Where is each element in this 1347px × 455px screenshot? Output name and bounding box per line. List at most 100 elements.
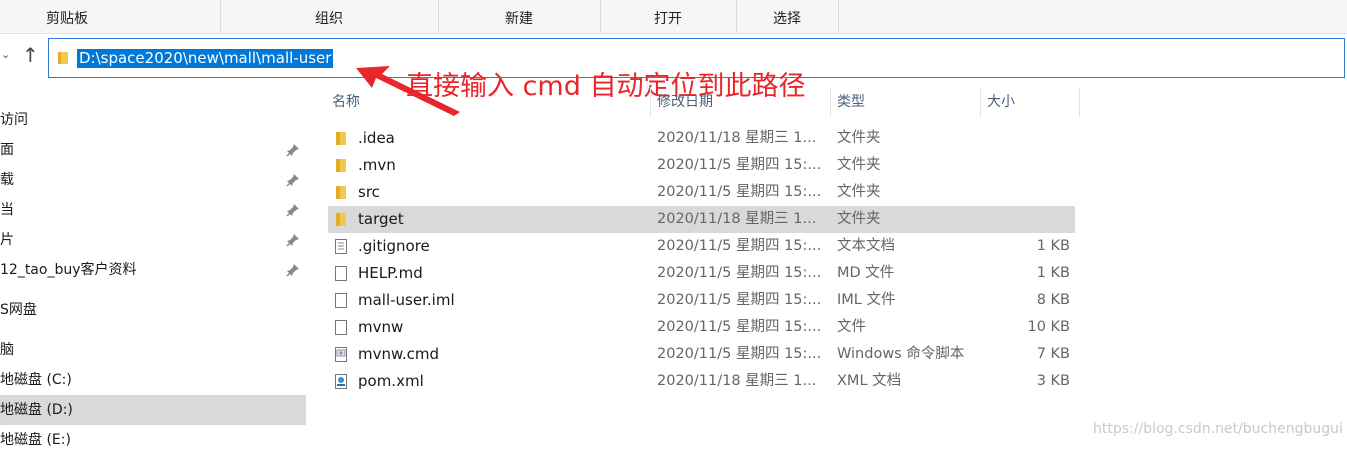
column-header-size[interactable]: 大小 [987, 87, 1015, 117]
file-date: 2020/11/5 星期四 15:... [657, 157, 822, 173]
file-row[interactable]: .mvn 2020/11/5 星期四 15:... 文件夹 [328, 152, 1075, 179]
column-header-date[interactable]: 修改日期 [657, 87, 713, 117]
file-name: .gitignore [358, 237, 430, 255]
folder-icon [336, 159, 346, 172]
file-row[interactable]: src 2020/11/5 星期四 15:... 文件夹 [328, 179, 1075, 206]
file-size: 1 KB [1036, 265, 1070, 281]
file-size: 1 KB [1036, 238, 1070, 254]
file-date: 2020/11/5 星期四 15:... [657, 292, 822, 308]
sidebar-item-label: S网盘 [0, 302, 37, 318]
sidebar-item-cloud-drive[interactable]: S网盘 [0, 295, 306, 325]
up-arrow-icon[interactable]: ↑ [22, 44, 39, 66]
file-size: 8 KB [1036, 292, 1070, 308]
file-date: 2020/11/5 星期四 15:... [657, 319, 822, 335]
file-name: .idea [358, 129, 395, 147]
file-date: 2020/11/5 星期四 15:... [657, 238, 822, 254]
sidebar-item-this-pc[interactable]: 脑 [0, 335, 306, 365]
file-name: src [358, 183, 380, 201]
sidebar-item-drive-d[interactable]: 地磁盘 (D:) [0, 395, 306, 425]
sidebar-item-label: 面 [0, 142, 14, 158]
ribbon-group-open[interactable]: 打开 [601, 0, 735, 33]
file-row[interactable]: target 2020/11/18 星期三 1... 文件夹 [328, 206, 1075, 233]
file-date: 2020/11/5 星期四 15:... [657, 184, 822, 200]
sidebar-item-label: 访问 [0, 112, 28, 128]
sidebar-item-quick-access[interactable]: 访问 [0, 105, 306, 135]
sidebar-item-label: 12_tao_buy客户资料 [0, 262, 137, 278]
watermark: https://blog.csdn.net/buchengbugui [1093, 421, 1343, 437]
file-size: 10 KB [1027, 319, 1070, 335]
file-size: 3 KB [1036, 373, 1070, 389]
file-name: pom.xml [358, 372, 424, 390]
file-date: 2020/11/5 星期四 15:... [657, 346, 822, 362]
file-row[interactable]: .gitignore 2020/11/5 星期四 15:... 文本文档 1 K… [328, 233, 1075, 260]
sidebar-item-customer-folder[interactable]: 12_tao_buy客户资料 [0, 255, 306, 285]
file-icon [335, 320, 347, 335]
sidebar-item-label: 地磁盘 (D:) [0, 402, 73, 418]
column-divider[interactable] [1079, 87, 1080, 117]
file-name: HELP.md [358, 264, 423, 282]
sidebar-item-label: 片 [0, 232, 14, 248]
ribbon-group-organize[interactable]: 组织 [221, 0, 437, 33]
address-path-text[interactable]: D:\space2020\new\mall\mall-user [77, 49, 334, 68]
sidebar-item-desktop[interactable]: 面 [0, 135, 306, 165]
column-divider[interactable] [650, 87, 651, 117]
ribbon: 剪贴板 组织 新建 打开 选择 [0, 0, 1347, 34]
file-row[interactable]: mvnw.cmd 2020/11/5 星期四 15:... Windows 命令… [328, 341, 1075, 368]
file-name: target [358, 210, 404, 228]
recent-locations-chevron-icon[interactable]: ⌄ [1, 48, 10, 61]
annotation-text: 直接输入 cmd 自动定位到此路径 [406, 71, 806, 102]
folder-icon [336, 186, 346, 199]
ribbon-group-select[interactable]: 选择 [737, 0, 837, 33]
file-type: 文件夹 [837, 184, 881, 200]
file-name: .mvn [358, 156, 396, 174]
sidebar-item-downloads[interactable]: 载 [0, 165, 306, 195]
sidebar-item-documents[interactable]: 当 [0, 195, 306, 225]
file-type: XML 文档 [837, 373, 902, 389]
file-date: 2020/11/5 星期四 15:... [657, 265, 822, 281]
navigation-pane: 访问 面 载 当 片 12_tao_buy客户资料 S网盘 脑 地磁盘 (C:)… [0, 85, 306, 451]
text-file-icon [335, 239, 347, 254]
sidebar-item-label: 地磁盘 (C:) [0, 372, 72, 388]
file-name: mall-user.iml [358, 291, 455, 309]
pin-icon [286, 174, 299, 187]
file-type: 文件 [837, 319, 866, 335]
sidebar-item-label: 载 [0, 172, 14, 188]
pin-icon [286, 234, 299, 247]
file-row[interactable]: mall-user.iml 2020/11/5 星期四 15:... IML 文… [328, 287, 1075, 314]
file-row[interactable]: HELP.md 2020/11/5 星期四 15:... MD 文件 1 KB [328, 260, 1075, 287]
file-type: 文件夹 [837, 157, 881, 173]
file-type: Windows 命令脚本 [837, 346, 965, 362]
column-divider[interactable] [830, 87, 831, 117]
file-name: mvnw.cmd [358, 345, 440, 363]
file-row[interactable]: pom.xml 2020/11/18 星期三 1... XML 文档 3 KB [328, 368, 1075, 395]
folder-icon [336, 132, 346, 145]
file-icon [335, 266, 347, 281]
file-row[interactable]: mvnw 2020/11/5 星期四 15:... 文件 10 KB [328, 314, 1075, 341]
column-header-type[interactable]: 类型 [837, 87, 865, 117]
sidebar-item-drive-c[interactable]: 地磁盘 (C:) [0, 365, 306, 395]
column-divider[interactable] [980, 87, 981, 117]
pin-icon [286, 204, 299, 217]
folder-icon [58, 52, 68, 64]
ribbon-group-clipboard[interactable]: 剪贴板 [0, 0, 134, 33]
file-icon [335, 293, 347, 308]
xml-file-icon [335, 374, 347, 389]
ribbon-group-new[interactable]: 新建 [439, 0, 599, 33]
file-date: 2020/11/18 星期三 1... [657, 211, 817, 227]
file-type: 文本文档 [837, 238, 895, 254]
file-date: 2020/11/18 星期三 1... [657, 130, 817, 146]
sidebar-item-label: 脑 [0, 342, 14, 358]
file-size: 7 KB [1036, 346, 1070, 362]
ribbon-divider [838, 0, 839, 33]
pin-icon [286, 264, 299, 277]
column-header-name[interactable]: 名称 [332, 87, 360, 117]
sidebar-item-pictures[interactable]: 片 [0, 225, 306, 255]
file-date: 2020/11/18 星期三 1... [657, 373, 817, 389]
folder-icon [336, 213, 346, 226]
file-row[interactable]: .idea 2020/11/18 星期三 1... 文件夹 [328, 125, 1075, 152]
file-name: mvnw [358, 318, 404, 336]
file-type: IML 文件 [837, 292, 896, 308]
sidebar-item-label: 当 [0, 202, 14, 218]
pin-icon [286, 144, 299, 157]
cmd-script-icon [335, 347, 347, 362]
